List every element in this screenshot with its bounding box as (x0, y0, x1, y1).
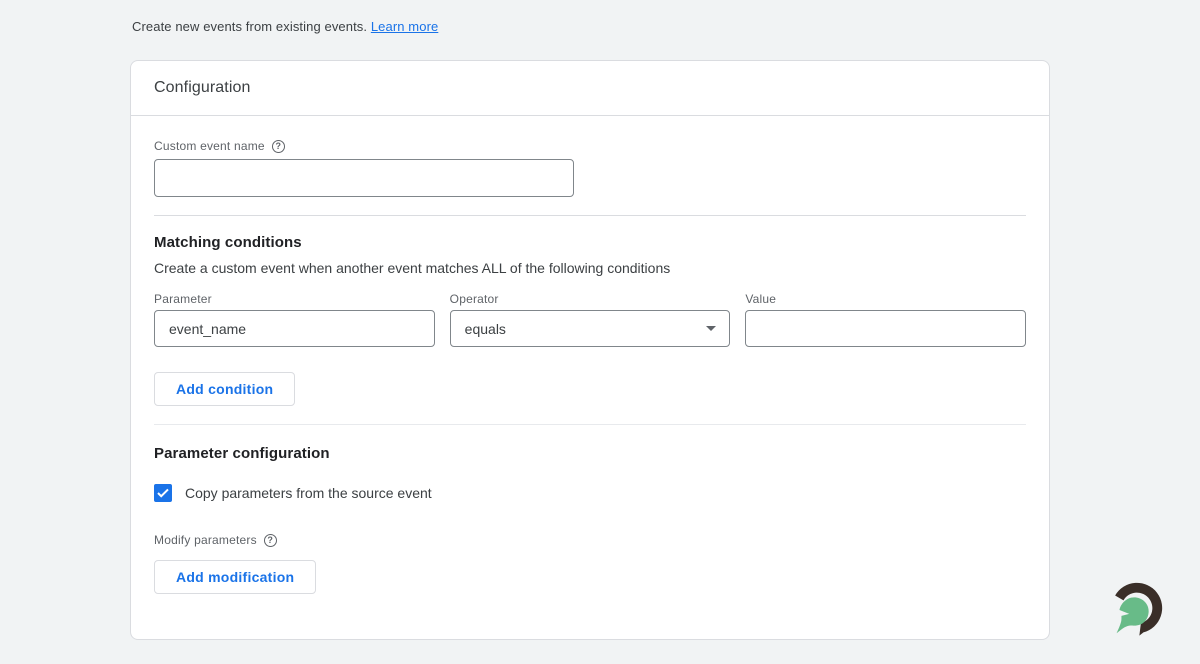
parameter-field: Parameter (154, 292, 435, 347)
card-header: Configuration (131, 61, 1049, 116)
operator-label: Operator (450, 292, 731, 306)
checkmark-icon (157, 488, 169, 498)
copy-parameters-label: Copy parameters from the source event (185, 485, 432, 501)
matching-conditions-description: Create a custom event when another event… (154, 260, 1026, 276)
value-input[interactable] (745, 310, 1026, 347)
intro-text: Create new events from existing events. … (132, 19, 438, 34)
configuration-card: Configuration Custom event name ? Matchi… (130, 60, 1050, 640)
operator-selected-value: equals (465, 321, 506, 337)
divider (154, 424, 1026, 425)
copy-parameters-row: Copy parameters from the source event (154, 484, 1026, 502)
value-label: Value (745, 292, 1026, 306)
add-condition-button[interactable]: Add condition (154, 372, 295, 406)
learn-more-link[interactable]: Learn more (371, 19, 438, 34)
custom-event-name-label-row: Custom event name ? (154, 139, 1026, 153)
card-body: Custom event name ? Matching conditions … (131, 139, 1049, 594)
create-event-page: Create new events from existing events. … (0, 0, 1200, 664)
parameter-input[interactable] (154, 310, 435, 347)
divider (154, 215, 1026, 216)
parameter-label: Parameter (154, 292, 435, 306)
help-icon[interactable]: ? (264, 534, 277, 547)
modify-parameters-label: Modify parameters (154, 533, 257, 547)
parameter-configuration-title: Parameter configuration (154, 445, 1026, 462)
chevron-down-icon (706, 326, 716, 331)
condition-row: Parameter Operator equals Value (154, 292, 1026, 347)
value-field: Value (745, 292, 1026, 347)
add-modification-button[interactable]: Add modification (154, 560, 316, 594)
intro-description: Create new events from existing events. (132, 19, 367, 34)
spartan-helmet-logo (1104, 579, 1166, 641)
matching-conditions-title: Matching conditions (154, 234, 1026, 251)
operator-field: Operator equals (450, 292, 731, 347)
help-icon[interactable]: ? (272, 140, 285, 153)
copy-parameters-checkbox[interactable] (154, 484, 172, 502)
card-title: Configuration (154, 79, 250, 97)
modify-parameters-label-row: Modify parameters ? (154, 533, 1026, 547)
custom-event-name-input[interactable] (154, 159, 574, 197)
custom-event-name-label: Custom event name (154, 139, 265, 153)
operator-select[interactable]: equals (450, 310, 731, 347)
